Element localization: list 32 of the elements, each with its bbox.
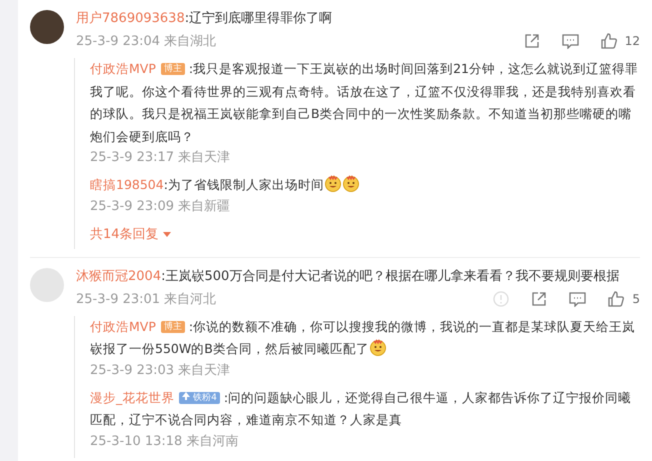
thumbs-up-icon[interactable] bbox=[608, 290, 624, 306]
share-icon[interactable] bbox=[531, 290, 548, 306]
thumbs-up-icon[interactable] bbox=[600, 33, 617, 49]
share-icon[interactable] bbox=[524, 33, 540, 49]
reply-timestamp: 25-3-9 23:09 来自新疆 bbox=[90, 198, 232, 216]
username-link[interactable]: 瞎搞198504 bbox=[90, 177, 164, 192]
username-link[interactable]: 付政浩MVP bbox=[90, 318, 156, 334]
username-link[interactable]: 漫步_花花世界 bbox=[90, 390, 174, 404]
author-badge: 博主 bbox=[160, 320, 185, 332]
like-count: 12 bbox=[624, 34, 640, 48]
author-badge: 博主 bbox=[160, 63, 185, 75]
comment-timestamp: 25-3-9 23:01 来自河北 bbox=[76, 290, 216, 308]
comment-text: 用户7869093638:辽宁到底哪里得罪你了啊 bbox=[76, 10, 334, 28]
more-replies-link[interactable]: 共14条回复 bbox=[90, 224, 171, 248]
fan-level-badge: 铁粉4 bbox=[179, 392, 220, 404]
reply-timestamp: 25-3-9 23:17 来自天津 bbox=[90, 149, 232, 167]
like-count: 5 bbox=[632, 292, 640, 306]
grinning-emoji-icon bbox=[342, 174, 360, 192]
reply-timestamp: 25-3-9 23:03 来自天津 bbox=[90, 362, 232, 380]
reply-text: 瞎搞198504:为了省钱限制人家出场时间 bbox=[90, 174, 640, 196]
comment-timestamp: 25-3-9 23:04 来自湖北 bbox=[76, 33, 216, 50]
grinning-emoji-icon bbox=[324, 174, 342, 192]
avatar[interactable] bbox=[30, 10, 64, 44]
comment-text: 沐猴而冠2004:王岚嵚500万合同是付大记者说的吧？根据在哪儿拿来看看？我不要规则要根据 bbox=[76, 268, 620, 286]
grinning-emoji-icon bbox=[368, 338, 387, 356]
username-link[interactable]: 用户7869093638 bbox=[76, 11, 185, 26]
caret-icon bbox=[162, 232, 171, 238]
comment-icon[interactable] bbox=[562, 33, 579, 49]
reply-timestamp: 25-3-10 13:18 来自河南 bbox=[90, 432, 240, 450]
username-link[interactable]: 付政浩MVP bbox=[90, 61, 156, 76]
comment-icon[interactable] bbox=[569, 290, 586, 306]
username-link[interactable]: 沐猴而冠2004 bbox=[76, 268, 162, 284]
